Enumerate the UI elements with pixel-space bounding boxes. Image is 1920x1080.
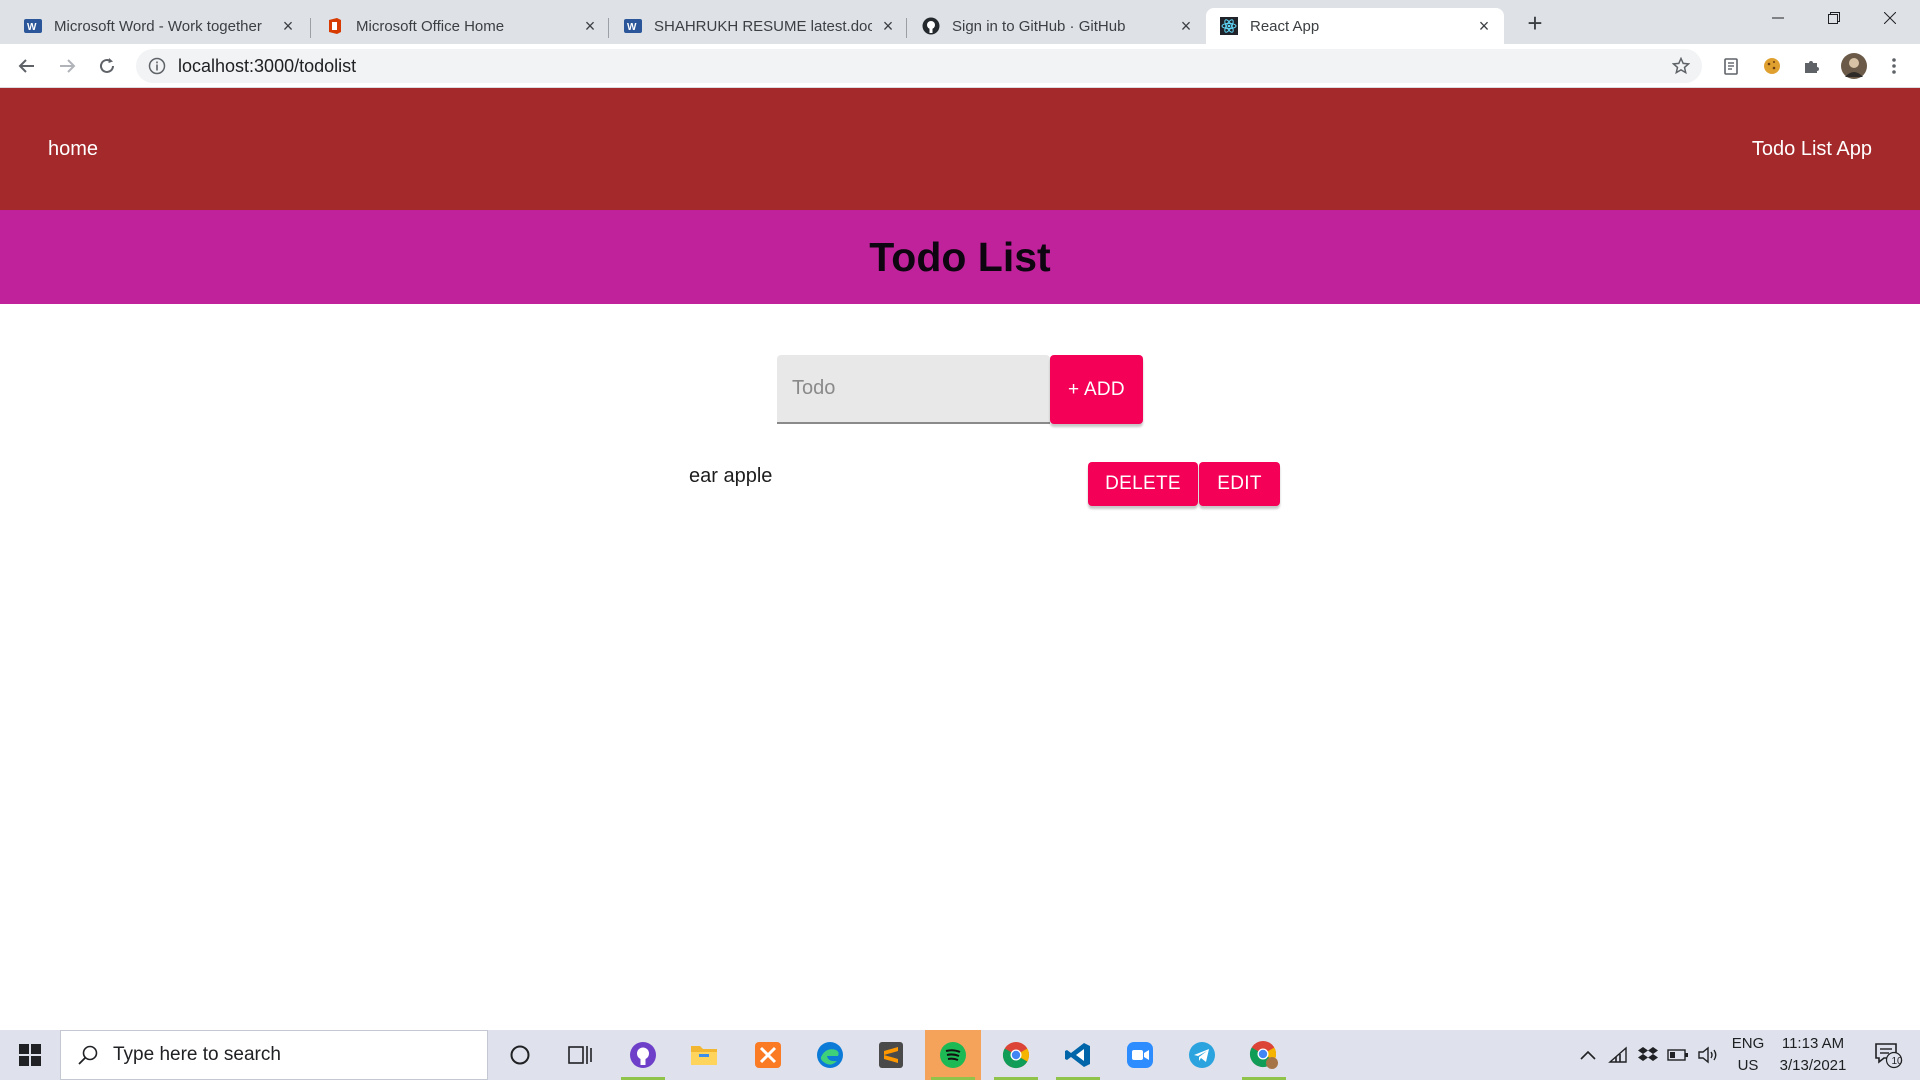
edge-icon[interactable] xyxy=(802,1030,858,1080)
todo-item-text: ear apple xyxy=(689,465,773,487)
tab-microsoft-word[interactable]: W Microsoft Word - Work together × xyxy=(10,8,308,44)
github-desktop-icon[interactable] xyxy=(615,1030,671,1080)
nav-home-link[interactable]: home xyxy=(48,138,98,161)
tab-separator xyxy=(608,18,609,38)
close-icon xyxy=(1884,12,1896,24)
network-icon[interactable] xyxy=(1606,1030,1630,1080)
xampp-icon[interactable] xyxy=(740,1030,796,1080)
todo-input[interactable] xyxy=(777,355,1050,424)
minimize-icon xyxy=(1772,17,1784,19)
language-label: ENG xyxy=(1731,1035,1765,1052)
tab-office-home[interactable]: Microsoft Office Home × xyxy=(312,8,610,44)
action-center-button[interactable]: 10 xyxy=(1866,1030,1910,1080)
address-bar[interactable]: localhost:3000/todolist xyxy=(136,49,1702,83)
delete-todo-button[interactable]: DELETE xyxy=(1088,462,1198,506)
reload-button[interactable] xyxy=(93,52,121,80)
app-header: home Todo List App xyxy=(0,88,1920,210)
start-button[interactable] xyxy=(0,1030,60,1080)
svg-text:W: W xyxy=(627,22,637,33)
browser-tabstrip: W Microsoft Word - Work together × Micro… xyxy=(0,0,1920,44)
tab-title: Sign in to GitHub · GitHub xyxy=(952,17,1126,35)
taskbar-search[interactable]: Type here to search xyxy=(60,1030,488,1080)
react-icon xyxy=(1220,17,1238,35)
vscode-icon[interactable] xyxy=(1050,1030,1106,1080)
bookmark-star-icon[interactable] xyxy=(1672,57,1690,75)
task-view-icon[interactable] xyxy=(552,1030,608,1080)
url-text: localhost:3000/todolist xyxy=(178,55,357,76)
edit-todo-button[interactable]: EDIT xyxy=(1199,462,1280,506)
dropbox-icon[interactable] xyxy=(1636,1030,1660,1080)
tab-close-icon[interactable]: × xyxy=(1178,16,1194,37)
arrow-left-icon xyxy=(18,59,34,73)
profile-avatar[interactable] xyxy=(1840,53,1868,79)
spotify-icon[interactable] xyxy=(925,1030,981,1080)
tab-title: Microsoft Office Home xyxy=(356,17,505,35)
tab-title: React App xyxy=(1250,17,1320,35)
cortana-icon[interactable] xyxy=(492,1030,548,1080)
clock[interactable]: 11:13 AM 3/13/2021 xyxy=(1772,1030,1854,1080)
word-icon: W xyxy=(624,19,642,33)
volume-icon[interactable] xyxy=(1696,1030,1722,1080)
word-icon: W xyxy=(24,19,42,33)
file-explorer-icon[interactable] xyxy=(676,1030,732,1080)
tab-title: Microsoft Word - Work together xyxy=(54,17,262,35)
tab-title: SHAHRUKH RESUME latest.docx xyxy=(654,17,872,35)
browser-menu-icon[interactable] xyxy=(1882,54,1906,78)
zoom-icon[interactable] xyxy=(1112,1030,1168,1080)
arrow-right-icon xyxy=(60,59,76,73)
tab-close-icon[interactable]: × xyxy=(582,16,598,37)
telegram-icon[interactable] xyxy=(1174,1030,1230,1080)
close-window-button[interactable] xyxy=(1862,0,1918,36)
extensions-puzzle-icon[interactable] xyxy=(1800,54,1824,78)
tab-close-icon[interactable]: × xyxy=(280,16,296,37)
page-title-bar: Todo List xyxy=(0,210,1920,304)
reading-list-icon[interactable] xyxy=(1719,54,1743,78)
add-todo-button[interactable]: + ADD xyxy=(1050,355,1143,424)
github-icon xyxy=(922,17,940,35)
windows-logo-icon xyxy=(19,1044,41,1066)
tab-separator xyxy=(310,18,311,38)
tab-resume-docx[interactable]: W SHAHRUKH RESUME latest.docx × xyxy=(610,8,908,44)
app-brand: Todo List App xyxy=(1751,138,1872,160)
region-label: US xyxy=(1737,1057,1759,1074)
notification-count-badge: 10 xyxy=(1891,1056,1903,1067)
back-button[interactable] xyxy=(13,52,41,80)
cookie-extension-icon[interactable] xyxy=(1760,54,1784,78)
browser-toolbar: localhost:3000/todolist xyxy=(0,44,1920,88)
show-hidden-icons-chevron-icon[interactable] xyxy=(1576,1030,1600,1080)
windows-taskbar: Type here to search ENG US 11:13 AM 3/13… xyxy=(0,1030,1920,1080)
chrome-icon[interactable] xyxy=(988,1030,1044,1080)
forward-button[interactable] xyxy=(53,52,81,80)
tab-react-app[interactable]: React App × xyxy=(1206,8,1504,44)
battery-icon[interactable] xyxy=(1666,1030,1690,1080)
tab-close-icon[interactable]: × xyxy=(880,16,896,37)
svg-text:W: W xyxy=(27,22,37,33)
reload-icon xyxy=(100,58,114,73)
taskbar-search-placeholder: Type here to search xyxy=(113,1044,281,1065)
input-language[interactable]: ENG US xyxy=(1728,1030,1768,1080)
sublime-text-icon[interactable] xyxy=(863,1030,919,1080)
tab-close-icon[interactable]: × xyxy=(1476,16,1492,37)
page-title: Todo List xyxy=(869,233,1051,280)
office-icon xyxy=(329,18,341,34)
clock-time: 11:13 AM xyxy=(1781,1035,1845,1052)
minimize-button[interactable] xyxy=(1750,0,1806,36)
info-icon[interactable] xyxy=(148,57,166,75)
clock-date: 3/13/2021 xyxy=(1779,1057,1847,1074)
restore-icon xyxy=(1828,12,1840,24)
tab-separator xyxy=(906,18,907,38)
chrome-profile-icon[interactable] xyxy=(1236,1030,1292,1080)
search-icon xyxy=(78,1045,98,1065)
new-tab-button[interactable]: + xyxy=(1520,8,1550,38)
restore-button[interactable] xyxy=(1806,0,1862,36)
tab-github-signin[interactable]: Sign in to GitHub · GitHub × xyxy=(908,8,1206,44)
